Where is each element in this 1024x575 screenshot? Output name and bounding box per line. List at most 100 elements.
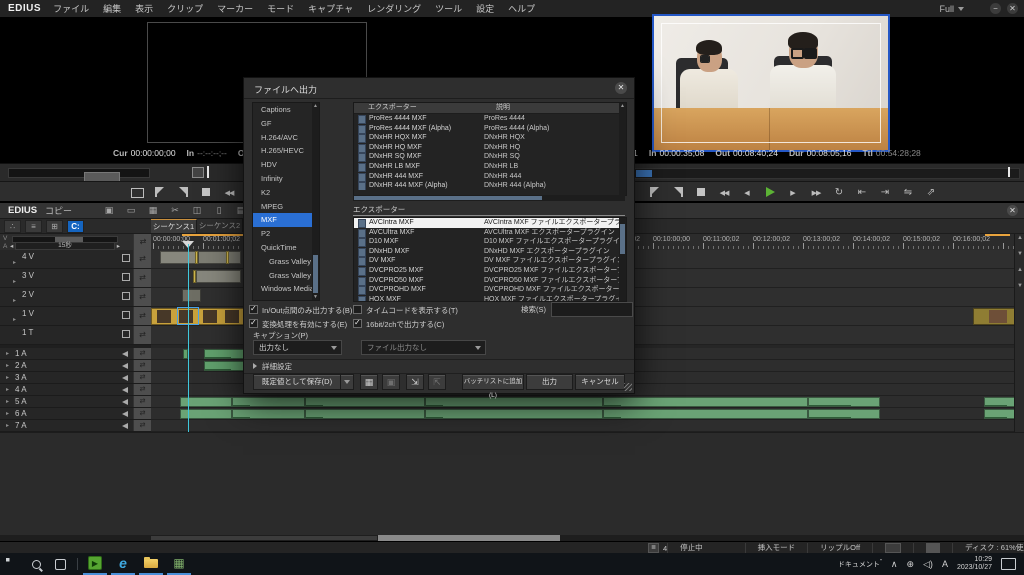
explorer-icon[interactable] (139, 553, 163, 575)
start-icon[interactable] (0, 553, 24, 575)
fast-forward-icon[interactable] (809, 186, 823, 198)
menu-item[interactable]: 表示 (135, 2, 153, 15)
exporter-row[interactable]: DNxHR SQ MXF DNxHR SQ (354, 152, 626, 162)
video-track-header[interactable]: 1 V ▸ ⇄ (0, 307, 151, 326)
video-mute-icon[interactable] (122, 254, 130, 262)
expand-icon[interactable]: ▸ (6, 350, 9, 357)
menu-item[interactable]: ヘルプ (508, 2, 535, 15)
expand-icon[interactable]: ▸ (13, 278, 16, 285)
app-grid-icon[interactable] (167, 553, 191, 575)
open-folder-icon[interactable] (124, 205, 138, 216)
checkbox-convert[interactable]: 変換処理を有効にする(E) (249, 320, 347, 329)
network-icon[interactable]: ⊕ (906, 559, 914, 570)
timeline-clip[interactable] (226, 251, 229, 264)
audio-track-header[interactable]: ▸ 4 A ⇄ (0, 384, 151, 396)
mode-icon[interactable]: ≡ (25, 220, 42, 233)
expand-icon[interactable]: ▸ (13, 316, 16, 323)
sync-lock-icon[interactable]: ⇄ (133, 234, 152, 251)
exporter-row[interactable]: DNxHR 444 MXF DNxHR 444 (354, 172, 626, 182)
speaker-icon[interactable] (122, 399, 128, 405)
export-frame-icon[interactable] (924, 186, 938, 198)
copy-icon[interactable] (190, 205, 204, 216)
timeline-clip[interactable]: IMG_3870 ... (808, 409, 880, 419)
category-item[interactable]: XAVC (253, 296, 319, 301)
insert-mode[interactable]: 挿入モード (745, 543, 808, 553)
exporter-row[interactable]: ProRes 4444 MXF ProRes 4444 (354, 114, 626, 124)
caption-output-select[interactable]: 出力なし (253, 340, 342, 355)
speaker-icon[interactable] (122, 363, 128, 369)
save-icon[interactable] (146, 205, 160, 216)
sync-lock-icon[interactable]: ⇄ (133, 250, 151, 268)
loop-icon[interactable] (832, 186, 846, 198)
dialog-close-icon[interactable]: ✕ (615, 82, 627, 94)
sync-lock-icon[interactable]: ⇄ (133, 269, 151, 287)
menu-item[interactable]: マーカー (217, 2, 253, 15)
menu-item[interactable]: レンダリング (367, 2, 421, 15)
menu-item[interactable]: モード (267, 2, 294, 15)
timeline-close-icon[interactable]: ✕ (1007, 205, 1018, 216)
play-icon[interactable] (763, 186, 777, 198)
dialog-titlebar[interactable]: ファイルへ出力 ✕ (244, 78, 634, 99)
checkbox-16bit[interactable]: 16bit/2chで出力する(C) (353, 318, 444, 330)
rewind-icon[interactable] (222, 186, 236, 198)
timeline-clip[interactable]: IM... (305, 409, 425, 419)
export-button[interactable]: 出力 (526, 374, 573, 390)
edius-task-icon[interactable] (83, 553, 107, 575)
timeline-clip[interactable]: Rival ... (204, 349, 244, 359)
volume-icon[interactable]: ◁) (923, 559, 933, 570)
play-around-icon[interactable] (901, 186, 915, 198)
sync-lock-icon[interactable]: ⇄ (133, 288, 151, 306)
mark-in-icon[interactable] (648, 186, 662, 198)
expand-icon[interactable]: ▸ (13, 259, 16, 266)
mark-out-icon[interactable] (671, 186, 685, 198)
exporter-row[interactable]: DNxHR HQX MXF DNxHR HQX (354, 133, 626, 143)
timeline-clip[interactable]: IM... (305, 397, 425, 407)
speaker-icon[interactable] (122, 375, 128, 381)
category-item[interactable]: Windows Media (253, 282, 319, 296)
audio-track-header[interactable]: ▸ 5 A ⇄ (0, 396, 151, 408)
exporter-row[interactable]: DNxHR 444 MXF (Alpha) DNxHR 444 (Alpha) (354, 181, 626, 190)
sync-lock-icon[interactable]: ⇄ (133, 396, 151, 407)
drive-mode-icon[interactable]: C: (67, 220, 84, 233)
step-back-icon[interactable] (740, 186, 754, 198)
display-icon[interactable] (926, 543, 940, 553)
audio-track-header[interactable]: ▸ 3 A ⇄ (0, 372, 151, 384)
speaker-icon[interactable] (122, 387, 128, 393)
top-list-scrollbar[interactable]: ▲ (619, 103, 626, 195)
video-mute-icon[interactable] (122, 292, 130, 300)
timeline-clip[interactable] (195, 251, 198, 264)
category-item[interactable]: MXF (253, 213, 319, 227)
expand-icon[interactable]: ▸ (6, 422, 9, 429)
timeline-clip[interactable] (198, 251, 241, 264)
category-item[interactable]: H.265/HEVC (253, 144, 319, 158)
expand-icon[interactable]: ▸ (6, 386, 9, 393)
sequence-tab[interactable]: シーケンス2 (197, 219, 243, 232)
sequence-tab[interactable]: シーケンス1 (151, 219, 197, 233)
category-item[interactable]: Captions (253, 103, 319, 117)
expand-icon[interactable]: ▸ (13, 297, 16, 304)
bottom-list-scrollbar[interactable] (619, 218, 626, 301)
expand-icon[interactable]: ▸ (6, 410, 9, 417)
cascade-icon[interactable] (102, 205, 116, 216)
add-to-batch-button[interactable]: バッチリストに追加(L) (462, 374, 524, 390)
exporter-row[interactable]: AVCIntra MXF AVCIntra MXF ファイルエクスポータープラグ… (354, 218, 626, 228)
screen-icon[interactable] (130, 186, 144, 198)
category-item[interactable]: P2 (253, 227, 319, 241)
shuttle-track[interactable] (8, 168, 150, 178)
sync-lock-icon[interactable]: ⇄ (133, 384, 151, 395)
task-view-icon[interactable] (48, 553, 72, 575)
speaker-icon[interactable] (122, 423, 128, 429)
clock[interactable]: 10:292023/10/27 (957, 556, 992, 572)
audio-track-header[interactable]: ▸ 7 A ⇄ (0, 420, 151, 432)
expand-icon[interactable]: ▸ (6, 398, 9, 405)
audio-track-header[interactable]: ▸ 1 A ⇄ (0, 348, 151, 360)
delete-preset-icon[interactable]: ▣ (382, 374, 400, 390)
resize-grip[interactable] (624, 383, 632, 391)
category-item[interactable]: H.264/AVC (253, 131, 319, 145)
speaker-icon[interactable] (122, 351, 128, 357)
ime-mode-icon[interactable]: A (942, 559, 948, 569)
ripple-mode[interactable]: リップルOff (807, 543, 872, 553)
title-track-header[interactable]: 1 T ⇄ (0, 326, 151, 345)
panel-layout-icon[interactable] (885, 543, 901, 553)
timeline-clip[interactable]: IM... (603, 409, 808, 419)
